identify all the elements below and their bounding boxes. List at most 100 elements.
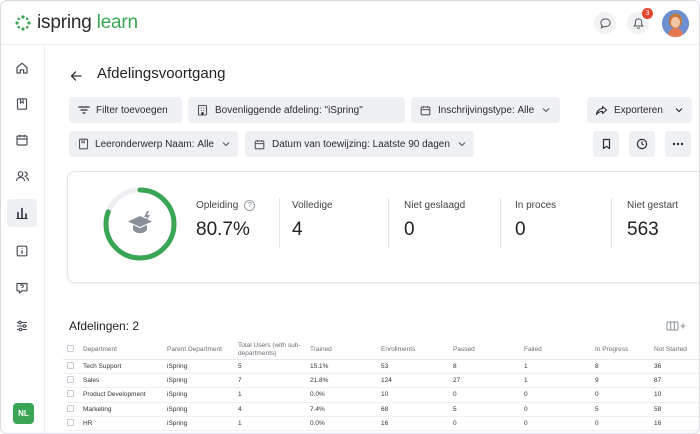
column-header-department[interactable]: Department [79, 341, 163, 360]
cell-failed: 1 [520, 373, 591, 389]
ispring-logo[interactable]: ispring learn [15, 11, 138, 35]
cell-department: Sales [79, 373, 163, 389]
subject-name-label: Leeronderwerp Naam: [95, 138, 195, 150]
subject-name-filter[interactable]: Leeronderwerp Naam: Alle [69, 131, 238, 157]
share-arrow-icon [595, 104, 608, 117]
parent-department-label: Bovenliggende afdeling: "iSpring" [215, 104, 363, 116]
enrollment-type-value: Alle [517, 104, 535, 116]
cell-total-users: 1 [234, 387, 306, 403]
stat-training: Opleiding? 80.7% [196, 200, 256, 241]
row-select-cell [63, 373, 79, 389]
cell-failed: 0 [520, 402, 591, 418]
row-checkbox[interactable] [67, 419, 74, 427]
sidebar-item-courses[interactable] [7, 90, 37, 118]
help-question-icon[interactable]: ? [244, 200, 256, 211]
building-icon [196, 104, 209, 117]
column-header-failed[interactable]: Failed [520, 341, 591, 360]
sidebar-item-calendar[interactable] [7, 126, 37, 154]
stat-complete-label: Volledige [292, 200, 333, 211]
sidebar-item-settings[interactable] [7, 312, 37, 340]
add-filter-label: Filter toevoegen [96, 104, 168, 116]
cell-passed: 27 [449, 373, 520, 389]
user-avatar[interactable] [662, 10, 689, 37]
course-filter-icon [77, 138, 89, 151]
enrollment-type-filter[interactable]: Inschrijvingstype: Alle [411, 97, 560, 123]
sidebar-item-reports[interactable] [7, 199, 37, 227]
cell-not-started: 10 [650, 387, 699, 403]
column-settings-button[interactable] [666, 320, 688, 332]
cell-trained: 15.1% [306, 359, 377, 374]
chevron-down-icon [542, 106, 550, 114]
sidebar-item-users[interactable] [7, 162, 37, 190]
departments-table: Department Parent Department Total Users… [63, 341, 699, 432]
row-checkbox[interactable] [67, 404, 74, 412]
cell-total-users: 7 [234, 373, 306, 389]
export-label: Exporteren [614, 104, 663, 116]
cell-failed: 0 [520, 387, 591, 403]
assignment-date-filter[interactable]: Datum van toewijzing: Laatste 90 dagen [245, 131, 474, 157]
page-title: Afdelingsvoortgang [97, 65, 226, 82]
reports-icon [16, 207, 28, 220]
column-header-total-users[interactable]: Total Users (with sub-departments) [234, 341, 306, 360]
column-header-not-started[interactable]: Not Started [650, 341, 699, 360]
sidebar-item-home[interactable] [7, 54, 37, 82]
bookmark-button[interactable] [593, 131, 619, 157]
stat-training-value: 80.7% [196, 219, 250, 240]
stat-in-progress-label: In proces [515, 200, 557, 211]
cell-department: HR [79, 416, 163, 432]
column-header-enrollments[interactable]: Enrollments [377, 341, 449, 360]
stat-failed-value: 0 [404, 219, 415, 240]
cell-not-started: 16 [650, 416, 699, 432]
table-row[interactable]: Tech Support iSpring 5 15.1% 53 8 1 8 36 [63, 359, 699, 374]
column-header-parent-department[interactable]: Parent Department [163, 341, 234, 360]
cell-passed: 5 [449, 402, 520, 418]
column-header-in-progress[interactable]: In Progress [591, 341, 650, 360]
divider [611, 198, 612, 248]
cell-in-progress: 8 [591, 359, 650, 374]
cell-in-progress: 0 [591, 387, 650, 403]
cell-parent-department: iSpring [163, 359, 234, 374]
table-row[interactable]: Product Development iSpring 1 0.0% 10 0 0 0 10 [63, 387, 699, 403]
cell-parent-department: iSpring [163, 402, 234, 418]
notification-badge: 3 [642, 8, 653, 19]
bookmark-icon [602, 138, 610, 150]
parent-department-filter[interactable]: Bovenliggende afdeling: "iSpring" [188, 97, 405, 123]
select-all-cell [63, 341, 79, 360]
row-checkbox[interactable] [67, 390, 74, 398]
select-all-checkbox[interactable] [67, 345, 74, 353]
stat-failed-label: Niet geslaagd [404, 200, 466, 211]
stat-failed: Niet geslaagd 0 [404, 200, 465, 241]
table-row[interactable]: Sales iSpring 7 21.8% 124 27 1 9 87 [63, 373, 699, 389]
row-checkbox[interactable] [67, 361, 74, 369]
sidebar-item-help[interactable] [7, 274, 37, 302]
table-row[interactable]: Marketing iSpring 4 7.4% 68 5 0 5 58 [63, 402, 699, 418]
info-icon [16, 245, 28, 257]
back-button[interactable] [67, 67, 85, 85]
table-row[interactable]: HR iSpring 1 0.0% 16 0 0 0 16 [63, 416, 699, 432]
row-select-cell [63, 402, 79, 418]
enrollment-type-label: Inschrijvingstype: [438, 104, 515, 116]
add-filter-button[interactable]: Filter toevoegen [69, 97, 182, 123]
cell-enrollments: 16 [377, 416, 449, 432]
user-initials-badge[interactable]: NL [13, 403, 34, 424]
column-header-trained[interactable]: Trained [306, 341, 377, 360]
filter-icon [77, 104, 90, 117]
date-chevron-down-icon [458, 140, 466, 148]
stat-not-started-label: Niet gestart [627, 200, 679, 211]
cell-failed: 0 [520, 416, 591, 432]
cell-in-progress: 5 [591, 402, 650, 418]
progress-summary-card: Opleiding? 80.7% Volledige 4 Niet geslaa… [67, 171, 699, 283]
chat-button[interactable] [594, 12, 616, 34]
export-button[interactable]: Exporteren [587, 97, 692, 123]
row-checkbox[interactable] [67, 376, 74, 384]
notifications-button[interactable]: 3 [627, 8, 653, 34]
top-bar: ispring learn 3 [1, 1, 699, 45]
sidebar-item-info[interactable] [7, 237, 37, 265]
more-options-button[interactable] [665, 131, 691, 157]
schedule-button[interactable] [629, 131, 655, 157]
export-chevron-down-icon [675, 106, 683, 114]
stat-complete: Volledige 4 [292, 200, 333, 241]
calendar-icon [16, 134, 28, 146]
cell-in-progress: 0 [591, 416, 650, 432]
column-header-passed[interactable]: Passed [449, 341, 520, 360]
